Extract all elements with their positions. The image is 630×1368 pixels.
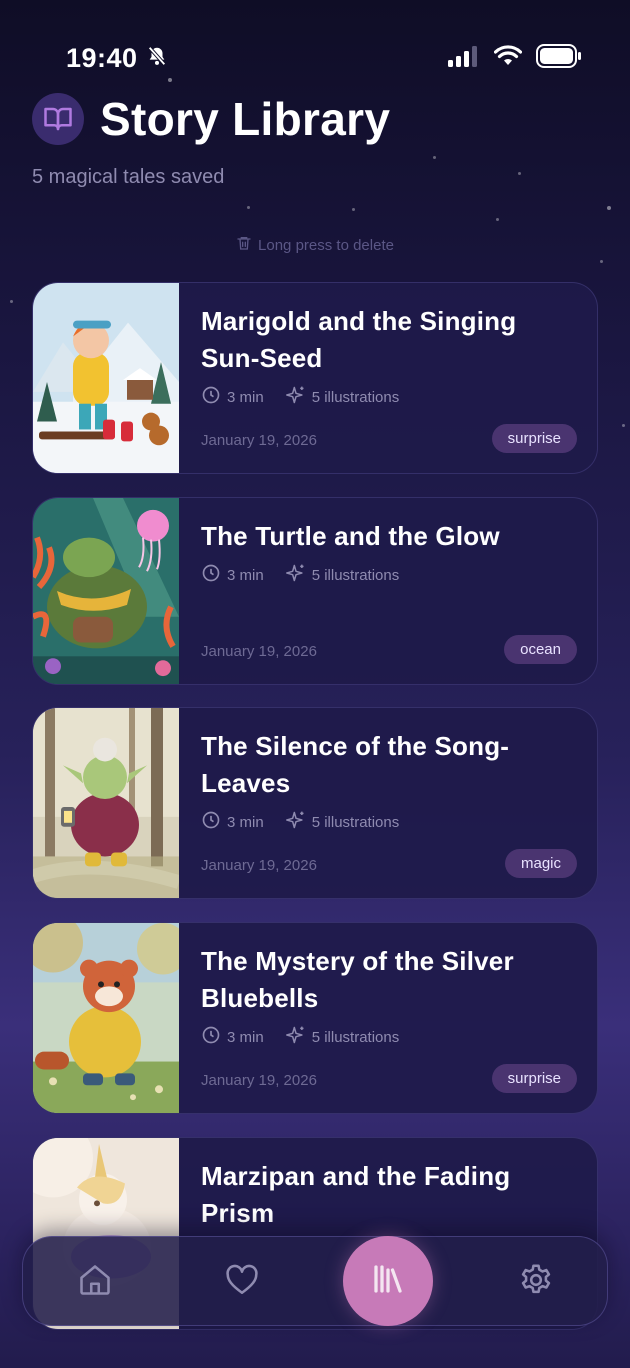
page-title: Story Library bbox=[100, 93, 391, 145]
story-date: January 19, 2026 bbox=[201, 1072, 317, 1089]
delete-hint: Long press to delete bbox=[0, 234, 630, 256]
sparkle-icon bbox=[285, 1025, 306, 1049]
story-meta: 3 min 5 illustrations bbox=[201, 385, 577, 409]
star bbox=[496, 218, 499, 221]
story-tag: magic bbox=[504, 849, 577, 878]
story-thumbnail bbox=[33, 498, 179, 684]
status-time: 19:40 bbox=[66, 43, 168, 74]
story-title: Marzipan and the Fading Prism bbox=[201, 1161, 511, 1228]
illustrations: 5 illustrations bbox=[285, 563, 400, 587]
illustrations-text: 5 illustrations bbox=[311, 388, 400, 406]
sparkle-icon bbox=[285, 810, 306, 834]
duration: 3 min bbox=[201, 563, 264, 587]
clock-icon bbox=[201, 810, 221, 834]
clock-text: 19:40 bbox=[66, 42, 138, 73]
story-card[interactable]: Marigold and the Singing Sun-Seed 3 min … bbox=[32, 282, 598, 474]
clock-icon bbox=[201, 385, 221, 409]
story-card[interactable]: The Turtle and the Glow 3 min 5 illustra… bbox=[32, 497, 598, 685]
illustrations: 5 illustrations bbox=[285, 385, 400, 409]
sparkle-icon bbox=[285, 385, 306, 409]
signal-icon bbox=[448, 45, 480, 72]
duration: 3 min bbox=[201, 385, 264, 409]
story-title: The Mystery of the Silver Bluebells bbox=[201, 946, 514, 1013]
story-date: January 19, 2026 bbox=[201, 643, 317, 660]
bell-slash-icon bbox=[146, 43, 168, 74]
story-date: January 19, 2026 bbox=[201, 432, 317, 449]
duration-text: 3 min bbox=[227, 388, 264, 406]
story-thumbnail bbox=[33, 283, 179, 473]
nav-library-button[interactable] bbox=[343, 1236, 433, 1326]
wifi-icon bbox=[493, 44, 523, 72]
star bbox=[607, 206, 611, 210]
illustrations: 5 illustrations bbox=[285, 1025, 400, 1049]
status-bar: 19:40 bbox=[66, 40, 582, 76]
story-card-body: The Silence of the Song-Leaves 3 min 5 i… bbox=[201, 708, 577, 898]
bottom-nav bbox=[22, 1236, 608, 1326]
story-card-body: The Mystery of the Silver Bluebells 3 mi… bbox=[201, 923, 577, 1113]
story-date: January 19, 2026 bbox=[201, 857, 317, 874]
story-card-body: Marigold and the Singing Sun-Seed 3 min … bbox=[201, 283, 577, 473]
book-icon bbox=[32, 93, 84, 145]
story-card-body: The Turtle and the Glow 3 min 5 illustra… bbox=[201, 498, 577, 684]
duration-text: 3 min bbox=[227, 1028, 264, 1046]
story-meta: 3 min 5 illustrations bbox=[201, 1025, 577, 1049]
duration-text: 3 min bbox=[227, 566, 264, 584]
nav-home-button[interactable] bbox=[50, 1237, 140, 1327]
duration: 3 min bbox=[201, 1025, 264, 1049]
library-icon bbox=[370, 1261, 406, 1302]
story-card[interactable]: The Silence of the Song-Leaves 3 min 5 i… bbox=[32, 707, 598, 899]
status-icons bbox=[448, 43, 582, 73]
illustrations: 5 illustrations bbox=[285, 810, 400, 834]
story-title: The Turtle and the Glow bbox=[201, 521, 500, 551]
story-thumbnail bbox=[33, 708, 179, 898]
illustrations-text: 5 illustrations bbox=[311, 813, 400, 831]
nav-settings-button[interactable] bbox=[491, 1237, 581, 1327]
story-title: Marigold and the Singing Sun-Seed bbox=[201, 306, 517, 373]
star bbox=[352, 208, 355, 211]
story-meta: 3 min 5 illustrations bbox=[201, 563, 577, 587]
page-subtitle: 5 magical tales saved bbox=[32, 166, 225, 188]
story-title: The Silence of the Song-Leaves bbox=[201, 731, 510, 798]
story-tag: surprise bbox=[491, 1064, 577, 1093]
star bbox=[518, 172, 521, 175]
star bbox=[600, 260, 603, 263]
star bbox=[622, 424, 625, 427]
delete-hint-text: Long press to delete bbox=[258, 236, 394, 254]
story-card[interactable]: The Mystery of the Silver Bluebells 3 mi… bbox=[32, 922, 598, 1114]
story-tag: ocean bbox=[504, 635, 577, 664]
duration: 3 min bbox=[201, 810, 264, 834]
clock-icon bbox=[201, 563, 221, 587]
battery-icon bbox=[536, 43, 582, 73]
duration-text: 3 min bbox=[227, 813, 264, 831]
story-thumbnail bbox=[33, 923, 179, 1113]
home-icon bbox=[77, 1262, 113, 1303]
trash-icon bbox=[236, 234, 252, 256]
star bbox=[168, 78, 172, 82]
nav-favorites-button[interactable] bbox=[197, 1237, 287, 1327]
sparkle-icon bbox=[285, 563, 306, 587]
star bbox=[433, 156, 436, 159]
clock-icon bbox=[201, 1025, 221, 1049]
page-header: Story Library bbox=[32, 92, 390, 146]
story-meta: 3 min 5 illustrations bbox=[201, 810, 577, 834]
star bbox=[10, 300, 13, 303]
gear-icon bbox=[518, 1262, 554, 1303]
story-tag: surprise bbox=[491, 424, 577, 453]
illustrations-text: 5 illustrations bbox=[311, 1028, 400, 1046]
heart-icon bbox=[223, 1262, 261, 1303]
illustrations-text: 5 illustrations bbox=[311, 566, 400, 584]
star bbox=[247, 206, 250, 209]
